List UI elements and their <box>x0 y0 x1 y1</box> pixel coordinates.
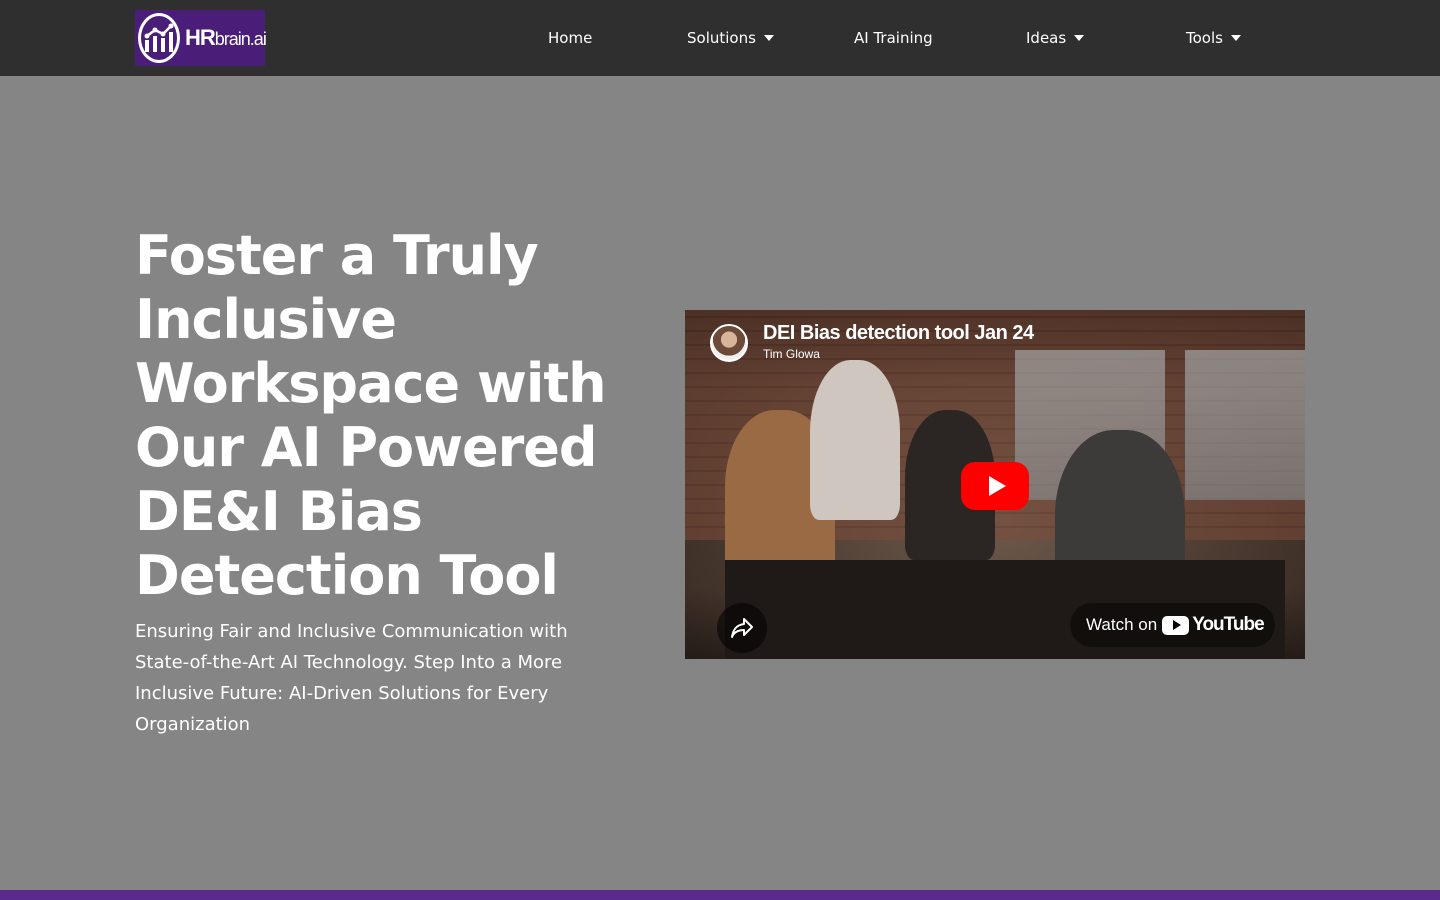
hero-subtitle: Ensuring Fair and Inclusive Communicatio… <box>135 621 568 735</box>
video-thumbnail-person <box>810 360 900 520</box>
nav-ideas[interactable]: Ideas <box>1026 26 1085 50</box>
nav-ai-training-label: AI Training <box>854 29 933 47</box>
youtube-video-embed[interactable]: DEI Bias detection tool Jan 24 Tim Glowa… <box>685 310 1305 659</box>
share-icon <box>731 618 753 638</box>
hrbrain-logo[interactable]: HR brain.ai <box>135 10 267 66</box>
play-icon <box>988 476 1006 496</box>
nav-tools-label: Tools <box>1186 29 1223 47</box>
video-title[interactable]: DEI Bias detection tool Jan 24 <box>763 322 1034 345</box>
caret-down-icon <box>1074 35 1085 41</box>
play-button[interactable] <box>961 462 1029 510</box>
nav-tools[interactable]: Tools <box>1186 26 1241 50</box>
logo-bold-text: HR <box>185 25 216 50</box>
watch-on-youtube-button[interactable]: Watch on YouTube <box>1070 603 1275 647</box>
channel-avatar[interactable] <box>710 324 748 362</box>
nav-solutions-label: Solutions <box>687 29 756 47</box>
nav-solutions[interactable]: Solutions <box>687 26 774 50</box>
youtube-logo: YouTube <box>1162 614 1265 636</box>
chart-logo-icon <box>138 13 180 63</box>
footer-accent-bar <box>0 890 1440 900</box>
youtube-wordmark: YouTube <box>1192 614 1264 635</box>
logo-wordmark: HR brain.ai <box>185 25 267 51</box>
youtube-play-icon <box>1162 615 1190 635</box>
hero-title: Foster a Truly Inclusive Workspace with … <box>135 224 607 607</box>
logo-light-text: brain.ai <box>214 29 267 49</box>
video-author[interactable]: Tim Glowa <box>763 347 820 361</box>
nav-ai-training[interactable]: AI Training <box>854 26 933 50</box>
watch-on-label: Watch on <box>1086 615 1158 634</box>
video-thumbnail-window <box>1185 350 1305 500</box>
nav-home-label: Home <box>548 29 593 47</box>
caret-down-icon <box>763 35 774 41</box>
caret-down-icon <box>1230 35 1241 41</box>
top-navbar: HR brain.ai Home Solutions AI Training Id… <box>0 0 1440 76</box>
nav-home[interactable]: Home <box>548 26 592 50</box>
share-button[interactable] <box>717 603 767 653</box>
nav-ideas-label: Ideas <box>1026 29 1067 47</box>
